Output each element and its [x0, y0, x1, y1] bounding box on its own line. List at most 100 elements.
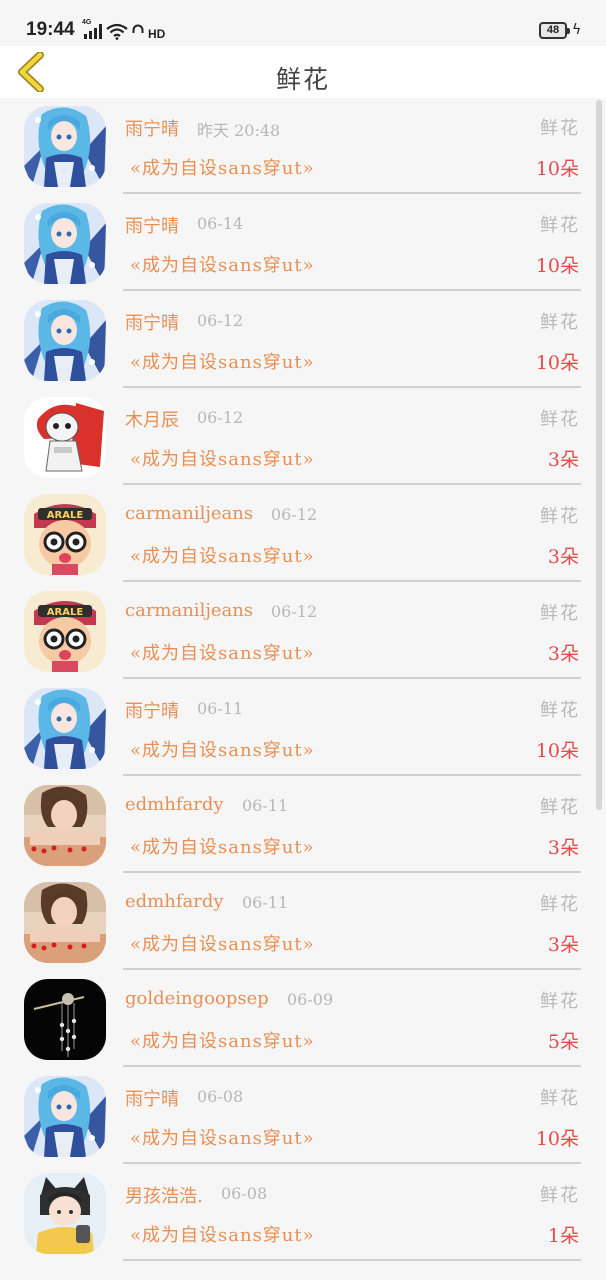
row-divider — [123, 871, 581, 873]
sender-name[interactable]: edmhfardy — [125, 891, 224, 912]
work-title[interactable]: «成为自设sans穿ut» — [130, 542, 315, 568]
avatar[interactable] — [24, 106, 106, 187]
record-row[interactable]: 木月辰 06-12 鲜花 «成为自设sans穿ut» 3朵 — [0, 389, 596, 486]
record-row[interactable]: 雨宁晴 06-14 鲜花 «成为自设sans穿ut» 10朵 — [0, 195, 596, 292]
avatar[interactable]: ARALE — [24, 591, 106, 672]
battery-level: 48 — [546, 24, 560, 36]
record-row[interactable]: 雨宁晴 昨天 20:48 鲜花 «成为自设sans穿ut» 10朵 — [0, 98, 596, 195]
sender-name[interactable]: 雨宁晴 — [125, 697, 179, 723]
work-title[interactable]: «成为自设sans穿ut» — [130, 445, 315, 471]
work-title[interactable]: «成为自设sans穿ut» — [130, 930, 315, 956]
record-date: 昨天 20:48 — [197, 121, 281, 140]
flower-count: 10朵 — [535, 158, 579, 180]
record-row[interactable]: edmhfardy 06-11 鲜花 «成为自设sans穿ut» 3朵 — [0, 874, 596, 971]
gift-type: 鲜花 — [540, 603, 580, 624]
gift-type: 鲜花 — [540, 409, 580, 430]
sender-name[interactable]: carmaniljeans — [125, 503, 253, 524]
flower-count: 1朵 — [547, 1225, 579, 1247]
avatar[interactable] — [24, 1173, 106, 1254]
gift-type: 鲜花 — [540, 1088, 580, 1109]
sender-name[interactable]: edmhfardy — [125, 794, 224, 815]
flower-count: 3朵 — [547, 546, 579, 568]
avatar[interactable] — [24, 979, 106, 1060]
svg-text:ARALE: ARALE — [47, 607, 84, 618]
record-date: 06-11 — [197, 699, 244, 718]
sender-name[interactable]: carmaniljeans — [125, 600, 253, 621]
work-title[interactable]: «成为自设sans穿ut» — [130, 736, 315, 762]
sender-name[interactable]: goldeingoopsep — [125, 988, 269, 1009]
avatar[interactable] — [24, 203, 106, 284]
avatar[interactable] — [24, 688, 106, 769]
row-divider — [123, 289, 581, 291]
record-date: 06-12 — [197, 408, 244, 427]
gift-type: 鲜花 — [540, 1185, 580, 1206]
row-divider — [123, 677, 581, 679]
record-row[interactable]: 雨宁晴 06-11 鲜花 «成为自设sans穿ut» 10朵 — [0, 680, 596, 777]
sender-name[interactable]: 雨宁晴 — [125, 309, 179, 335]
sender-name[interactable]: 雨宁晴 — [125, 212, 179, 238]
gift-type: 鲜花 — [540, 797, 580, 818]
record-row[interactable]: 雨宁晴 06-12 鲜花 «成为自设sans穿ut» 10朵 — [0, 292, 596, 389]
page-title: 鲜花 — [275, 65, 330, 94]
record-date: 06-08 — [221, 1184, 268, 1203]
row-divider — [123, 968, 581, 970]
work-title[interactable]: «成为自设sans穿ut» — [130, 1027, 315, 1053]
flower-count: 3朵 — [547, 934, 579, 956]
battery-icon: 48 — [539, 22, 570, 39]
work-title[interactable]: «成为自设sans穿ut» — [130, 639, 315, 665]
scrollbar[interactable] — [596, 100, 602, 810]
work-title[interactable]: «成为自设sans穿ut» — [130, 348, 315, 374]
row-divider — [123, 1065, 581, 1067]
work-title[interactable]: «成为自设sans穿ut» — [130, 1124, 315, 1150]
record-date: 06-14 — [197, 214, 244, 233]
record-row[interactable]: ARALE carmaniljeans 06-12 鲜花 «成为自设sans穿ut» 3… — [0, 583, 596, 680]
svg-text:ARALE: ARALE — [47, 510, 84, 521]
flower-count: 10朵 — [535, 352, 579, 374]
status-icons: 4G HD — [82, 19, 166, 41]
avatar[interactable] — [24, 397, 106, 478]
charging-icon: ϟ — [572, 22, 582, 38]
flower-count: 10朵 — [535, 255, 579, 277]
cellular-signal-icon: 4G — [82, 19, 102, 39]
wifi-icon — [106, 23, 128, 40]
record-row[interactable]: 男孩浩浩. 06-08 鲜花 «成为自设sans穿ut» 1朵 — [0, 1165, 596, 1262]
app-header: 鲜花 — [0, 46, 606, 98]
gift-type: 鲜花 — [540, 506, 580, 527]
headset-icon — [132, 24, 144, 33]
work-title[interactable]: «成为自设sans穿ut» — [130, 833, 315, 859]
status-time: 19:44 — [26, 19, 75, 40]
row-divider — [123, 483, 581, 485]
sender-name[interactable]: 雨宁晴 — [125, 115, 179, 141]
row-divider — [123, 1162, 581, 1164]
record-date: 06-12 — [271, 602, 318, 621]
sender-name[interactable]: 雨宁晴 — [125, 1085, 179, 1111]
record-date: 06-11 — [242, 796, 289, 815]
flower-record-list[interactable]: 雨宁晴 昨天 20:48 鲜花 «成为自设sans穿ut» 10朵 雨宁晴 06-14 鲜花… — [0, 98, 606, 1280]
record-date: 06-11 — [242, 893, 289, 912]
avatar[interactable] — [24, 1076, 106, 1157]
record-date: 06-12 — [271, 505, 318, 524]
avatar[interactable] — [24, 785, 106, 866]
row-divider — [123, 580, 581, 582]
record-row[interactable]: ARALE carmaniljeans 06-12 鲜花 «成为自设sans穿ut» 3… — [0, 486, 596, 583]
work-title[interactable]: «成为自设sans穿ut» — [130, 1221, 315, 1247]
avatar[interactable] — [24, 300, 106, 381]
record-date: 06-08 — [197, 1087, 244, 1106]
sender-name[interactable]: 男孩浩浩. — [125, 1182, 203, 1208]
work-title[interactable]: «成为自设sans穿ut» — [130, 251, 315, 277]
gift-type: 鲜花 — [540, 118, 580, 139]
record-date: 06-12 — [197, 311, 244, 330]
avatar[interactable] — [24, 882, 106, 963]
flower-count: 3朵 — [547, 837, 579, 859]
flower-count: 5朵 — [547, 1031, 579, 1053]
hd-voice-badge: HD — [148, 27, 166, 41]
work-title[interactable]: «成为自设sans穿ut» — [130, 154, 315, 180]
avatar[interactable]: ARALE — [24, 494, 106, 575]
record-row[interactable]: goldeingoopsep 06-09 鲜花 «成为自设sans穿ut» 5朵 — [0, 971, 596, 1068]
flower-count: 3朵 — [547, 449, 579, 471]
record-row[interactable]: edmhfardy 06-11 鲜花 «成为自设sans穿ut» 3朵 — [0, 777, 596, 874]
record-row[interactable]: 雨宁晴 06-08 鲜花 «成为自设sans穿ut» 10朵 — [0, 1068, 596, 1165]
row-divider — [123, 192, 581, 194]
gift-type: 鲜花 — [540, 215, 580, 236]
sender-name[interactable]: 木月辰 — [125, 406, 179, 432]
